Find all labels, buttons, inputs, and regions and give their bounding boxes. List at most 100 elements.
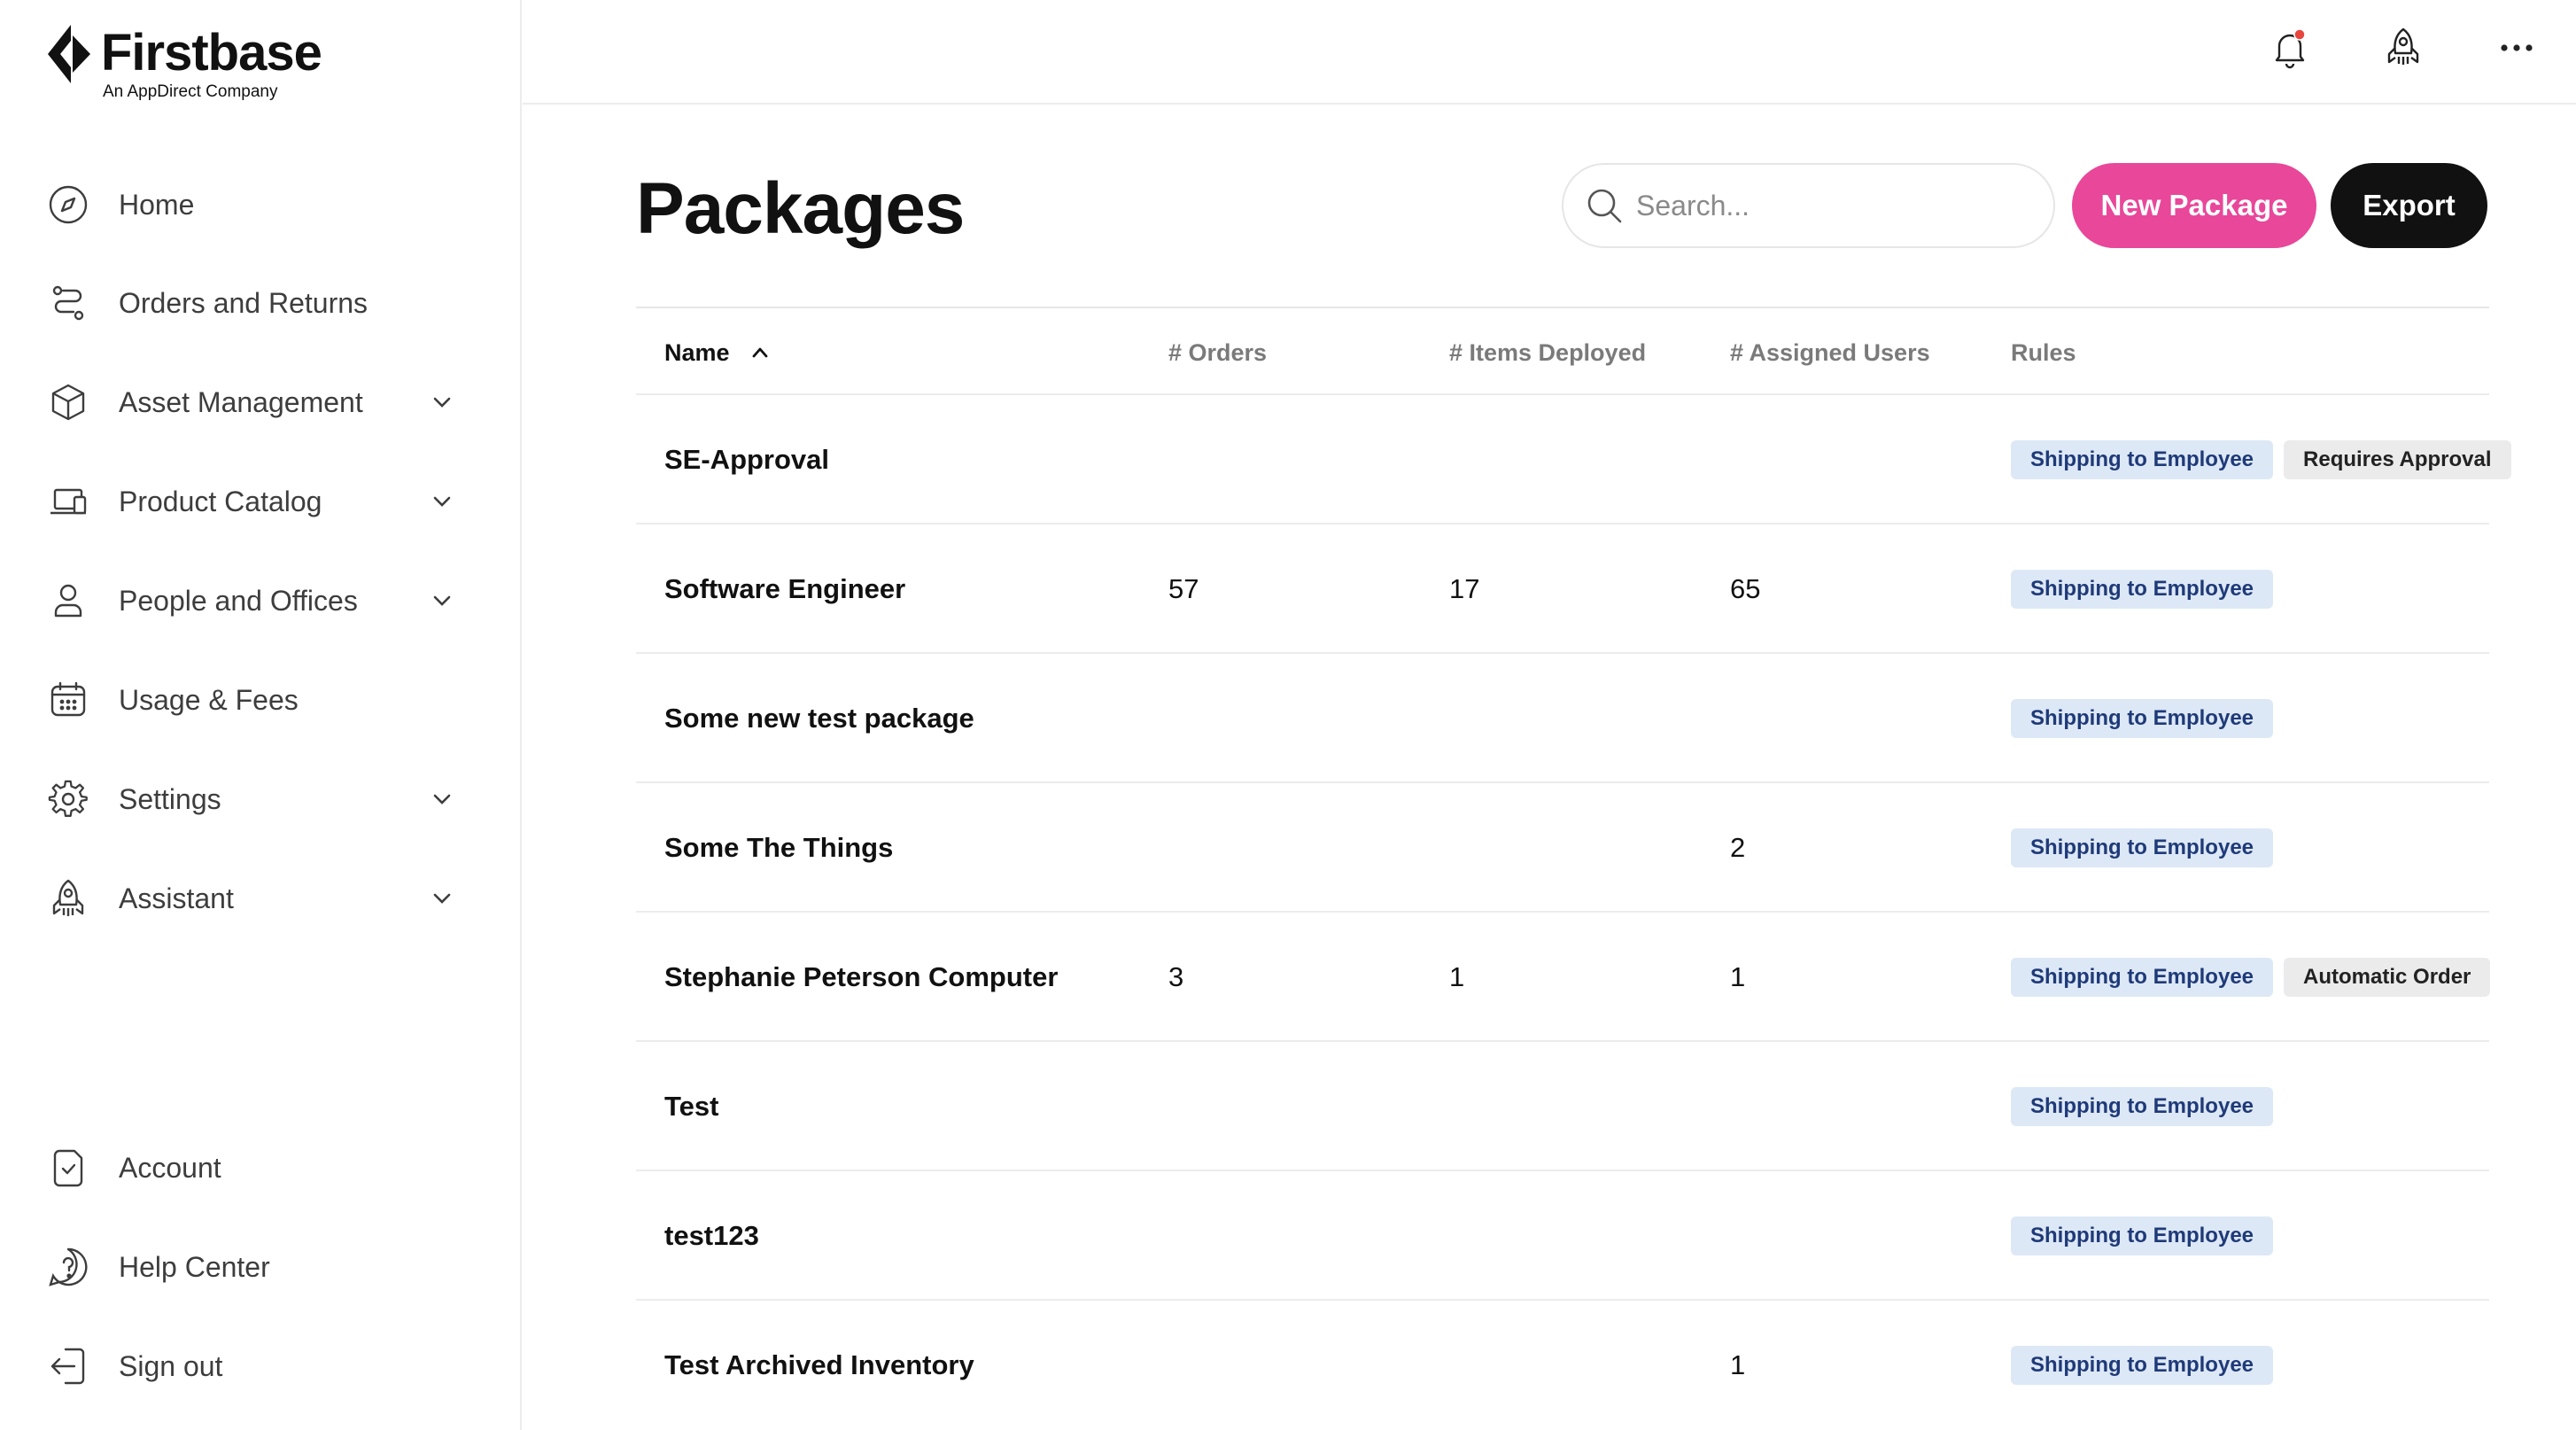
rule-badge: Shipping to Employee [2011, 958, 2274, 997]
items-deployed-count: 1 [1449, 961, 1465, 992]
packages-table: Name # Orders # Items Deployed # Assigne… [636, 307, 2511, 1430]
rules-cell: Shipping to Employee [2011, 1042, 2274, 1171]
top-bar [523, 0, 2576, 105]
laptop-icon [46, 479, 90, 524]
table-row[interactable]: test123 Shipping to Employee [636, 1171, 2489, 1301]
brand-name: Firstbase [101, 24, 322, 82]
compass-icon [46, 183, 90, 227]
sidebar-item-label: Settings [119, 782, 221, 815]
sidebar-item-account[interactable]: Account [46, 1136, 471, 1200]
assigned-users-count: 2 [1730, 832, 1746, 863]
sidebar-item-label: Usage & Fees [119, 683, 299, 716]
chevron-down-icon[interactable] [427, 387, 457, 417]
assigned-users-count: 1 [1730, 961, 1746, 992]
chevron-down-icon[interactable] [427, 586, 457, 616]
package-name[interactable]: Test Archived Inventory [664, 1301, 974, 1430]
rules-cell: Shipping to Employee [2011, 525, 2274, 654]
chevron-down-icon[interactable] [427, 784, 457, 814]
help-icon [46, 1245, 90, 1289]
sidebar-item-label: People and Offices [119, 584, 358, 617]
sidebar-item-label: Sign out [119, 1349, 223, 1382]
search-icon [1587, 189, 1622, 223]
chevron-down-icon[interactable] [427, 486, 457, 517]
rule-badge: Automatic Order [2284, 958, 2491, 997]
rule-badge: Shipping to Employee [2011, 1216, 2274, 1255]
package-name[interactable]: Some new test package [664, 654, 974, 783]
sidebar-item-home[interactable]: Home [46, 173, 471, 237]
items-deployed-count: 17 [1449, 573, 1480, 604]
column-header-name[interactable]: Name [664, 308, 772, 397]
package-name[interactable]: test123 [664, 1171, 759, 1301]
table-row[interactable]: Test Shipping to Employee [636, 1042, 2489, 1171]
sidebar-item-people-and-offices[interactable]: People and Offices [46, 569, 471, 633]
search-box[interactable] [1562, 163, 2055, 248]
rules-cell: Shipping to Employee Automatic Order [2011, 913, 2491, 1042]
sign-out-icon [46, 1344, 90, 1388]
orders-count: 57 [1168, 573, 1199, 604]
column-header-rules: Rules [2011, 338, 2076, 366]
table-row[interactable]: Test Archived Inventory 1 Shipping to Em… [636, 1301, 2489, 1430]
sidebar-item-usage-and-fees[interactable]: Usage & Fees [46, 668, 471, 732]
more-icon[interactable] [2492, 23, 2541, 73]
sidebar-item-label: Help Center [119, 1250, 270, 1283]
firstbase-logo[interactable]: Firstbase An AppDirect Company [46, 21, 400, 110]
table-row[interactable]: Software Engineer 57 17 65 Shipping to E… [636, 525, 2489, 654]
sidebar-item-label: Assistant [119, 882, 234, 914]
sidebar-item-label: Account [119, 1151, 221, 1184]
rules-cell: Shipping to Employee [2011, 654, 2274, 783]
table-header: Name # Orders # Items Deployed # Assigne… [636, 307, 2489, 395]
rocket-icon [46, 876, 90, 921]
column-header-name-label: Name [664, 338, 730, 366]
sidebar-item-product-catalog[interactable]: Product Catalog [46, 470, 471, 533]
sidebar-item-orders-and-returns[interactable]: Orders and Returns [46, 271, 471, 335]
rules-cell: Shipping to Employee [2011, 1301, 2274, 1430]
rule-badge: Shipping to Employee [2011, 440, 2274, 479]
sort-ascending-icon[interactable] [748, 340, 772, 365]
search-input[interactable] [1636, 189, 2026, 222]
sidebar-item-settings[interactable]: Settings [46, 767, 471, 831]
package-name[interactable]: Some The Things [664, 783, 893, 913]
chevron-down-icon[interactable] [427, 883, 457, 913]
package-name[interactable]: Software Engineer [664, 525, 905, 654]
rule-badge: Shipping to Employee [2011, 699, 2274, 738]
rocket-icon[interactable] [2378, 23, 2428, 73]
rule-badge: Requires Approval [2284, 440, 2511, 479]
assigned-users-count: 1 [1730, 1349, 1746, 1380]
brand-tagline: An AppDirect Company [103, 82, 278, 101]
route-icon [46, 281, 90, 325]
box-icon [46, 380, 90, 424]
rule-badge: Shipping to Employee [2011, 828, 2274, 867]
table-row[interactable]: Some new test package Shipping to Employ… [636, 654, 2489, 783]
sidebar-item-label: Orders and Returns [119, 286, 369, 319]
assigned-users-count: 65 [1730, 573, 1761, 604]
rules-cell: Shipping to Employee [2011, 783, 2274, 913]
orders-count: 3 [1168, 961, 1184, 992]
table-row[interactable]: Stephanie Peterson Computer 3 1 1 Shippi… [636, 913, 2491, 1042]
account-icon [46, 1146, 90, 1190]
sidebar-item-label: Asset Management [119, 385, 363, 418]
sidebar-item-label: Home [119, 188, 195, 221]
new-package-button[interactable]: New Package [2072, 163, 2316, 248]
sidebar-item-label: Product Catalog [119, 485, 322, 517]
package-name[interactable]: Stephanie Peterson Computer [664, 913, 1058, 1042]
sidebar-item-asset-management[interactable]: Asset Management [46, 370, 471, 434]
rules-cell: Shipping to Employee Requires Approval [2011, 395, 2511, 525]
sidebar-item-assistant[interactable]: Assistant [46, 867, 471, 930]
sidebar-item-help-center[interactable]: Help Center [46, 1235, 471, 1299]
sidebar-item-sign-out[interactable]: Sign out [46, 1334, 471, 1398]
table-row[interactable]: SE-Approval Shipping to Employee Require… [636, 395, 2511, 525]
rule-badge: Shipping to Employee [2011, 1346, 2274, 1385]
bell-icon[interactable] [2265, 23, 2315, 73]
column-header-assigned-users[interactable]: # Assigned Users [1730, 308, 1930, 397]
table-row[interactable]: Some The Things 2 Shipping to Employee [636, 783, 2489, 913]
rule-badge: Shipping to Employee [2011, 570, 2274, 609]
rules-cell: Shipping to Employee [2011, 1171, 2274, 1301]
calendar-icon [46, 678, 90, 722]
column-header-orders[interactable]: # Orders [1168, 308, 1267, 397]
page-title: Packages [636, 168, 965, 249]
package-name[interactable]: Test [664, 1042, 718, 1171]
package-name[interactable]: SE-Approval [664, 395, 829, 525]
column-header-items-deployed[interactable]: # Items Deployed [1449, 308, 1646, 397]
export-button[interactable]: Export [2331, 163, 2487, 248]
gear-icon [46, 777, 90, 821]
